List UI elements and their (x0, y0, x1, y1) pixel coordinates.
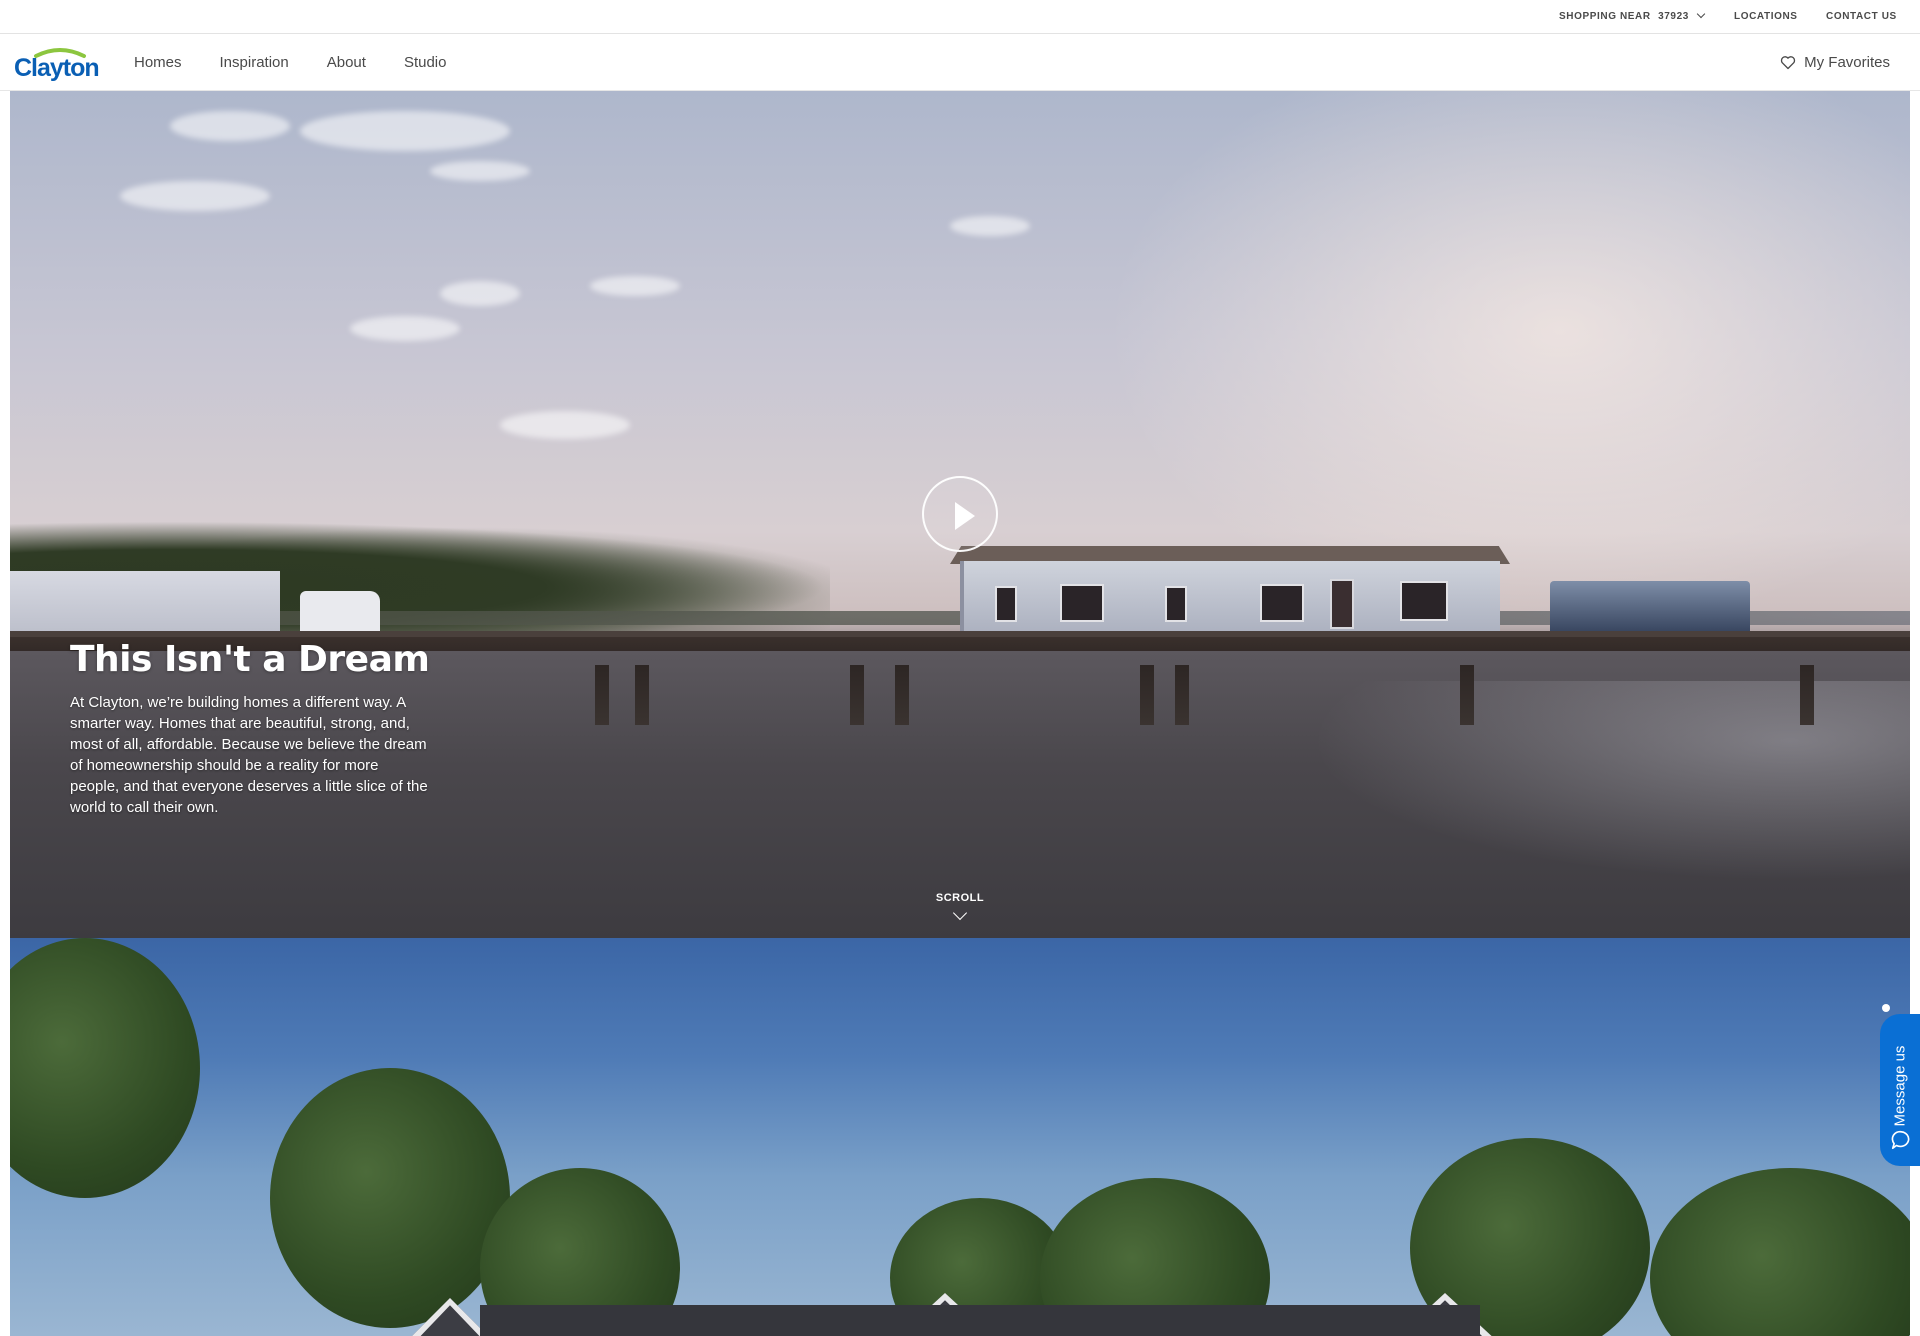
message-us-button[interactable]: Message us (1880, 1014, 1920, 1166)
house-window (1400, 581, 1448, 621)
hero-body: At Clayton, we’re building homes a diffe… (70, 694, 428, 816)
cloud (500, 411, 630, 439)
house-door (1330, 579, 1354, 629)
pier-post (1460, 665, 1474, 725)
cloud (120, 181, 270, 211)
main-nav: Clayton Homes Inspiration About Studio M… (0, 34, 1920, 91)
house-window (995, 586, 1017, 622)
cloud (440, 281, 520, 306)
primary-nav-links: Homes Inspiration About Studio (134, 34, 484, 91)
hero-title: This Isn't a Dream (70, 639, 430, 680)
my-favorites-link[interactable]: My Favorites (1780, 54, 1890, 71)
pier-post (595, 665, 609, 725)
home-showcase-section (10, 938, 1910, 1336)
chat-icon (1891, 1130, 1910, 1150)
pier-post (1175, 665, 1189, 725)
nav-link-inspiration[interactable]: Inspiration (220, 54, 289, 71)
cloud (430, 161, 530, 181)
contact-us-link[interactable]: CONTACT US (1826, 11, 1897, 22)
hero-water-shimmer (1310, 681, 1910, 881)
house-window (1260, 584, 1304, 622)
tree (270, 1068, 510, 1328)
tree (10, 938, 200, 1198)
shopping-zip: 37923 (1658, 11, 1689, 22)
hero-video: This Isn't a Dream At Clayton, we’re bui… (10, 91, 1910, 938)
cloud (950, 216, 1030, 236)
utility-bar: SHOPPING NEAR 37923 LOCATIONS CONTACT US (0, 0, 1920, 34)
shopping-near-dropdown[interactable]: SHOPPING NEAR 37923 (1559, 9, 1706, 22)
locations-link[interactable]: LOCATIONS (1734, 11, 1798, 22)
my-favorites-label: My Favorites (1804, 54, 1890, 71)
logo-text: Clayton (14, 54, 100, 82)
nav-link-studio[interactable]: Studio (404, 54, 447, 71)
cloud (170, 111, 290, 141)
hero-truck-right (1550, 581, 1750, 636)
scroll-label: SCROLL (935, 892, 985, 904)
clayton-logo[interactable]: Clayton (14, 46, 104, 82)
home-roofline (480, 1305, 1480, 1336)
pier-post (1140, 665, 1154, 725)
shopping-near-label: SHOPPING NEAR (1559, 11, 1651, 22)
nav-link-homes[interactable]: Homes (134, 54, 182, 71)
scroll-indicator[interactable]: SCROLL (930, 892, 990, 921)
cloud (590, 276, 680, 296)
hero-copy: This Isn't a Dream At Clayton, we’re bui… (70, 639, 430, 818)
cloud (300, 111, 510, 151)
play-video-button[interactable] (922, 476, 998, 552)
house-window (1060, 584, 1104, 622)
pier-post (1800, 665, 1814, 725)
pier-post (635, 665, 649, 725)
pier-post (850, 665, 864, 725)
nav-link-about[interactable]: About (327, 54, 366, 71)
tree (1650, 1168, 1910, 1336)
message-us-label: Message us (1891, 1045, 1909, 1127)
play-icon (955, 502, 975, 530)
chevron-down-icon (1697, 9, 1706, 19)
house-window (1165, 586, 1187, 622)
pier-post (895, 665, 909, 725)
scroll-chevron-icon (952, 905, 968, 921)
section-dot[interactable] (1882, 1004, 1890, 1012)
heart-icon (1780, 56, 1796, 70)
cloud (350, 316, 460, 341)
